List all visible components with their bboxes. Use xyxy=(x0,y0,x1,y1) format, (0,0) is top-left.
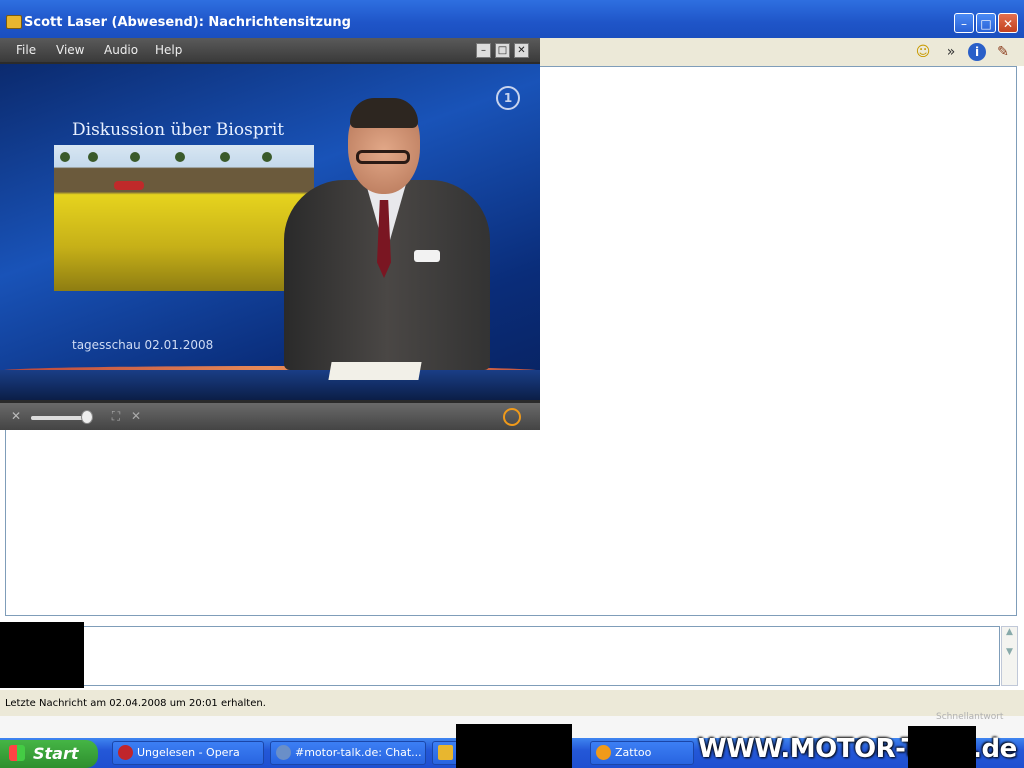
input-scrollbar[interactable]: ▲ ▼ xyxy=(1001,626,1018,686)
messenger-icon xyxy=(438,745,453,760)
volume-fill xyxy=(31,416,87,420)
menu-file[interactable]: File xyxy=(16,43,36,57)
zattoo-logo-icon[interactable] xyxy=(503,408,521,426)
tree xyxy=(60,152,70,162)
status-text: Letzte Nachricht am 02.04.2008 um 20:01 … xyxy=(5,698,266,709)
minimize-button[interactable]: – xyxy=(954,13,974,33)
car xyxy=(114,181,144,190)
zattoo-icon xyxy=(596,745,611,760)
redacted-box xyxy=(908,726,976,768)
news-desk xyxy=(0,370,540,400)
menu-help[interactable]: Help xyxy=(155,43,182,57)
info-icon[interactable]: i xyxy=(968,43,986,61)
menu-view[interactable]: View xyxy=(56,43,84,57)
redacted-box xyxy=(456,724,572,768)
tree xyxy=(130,152,140,162)
news-paper xyxy=(328,362,422,380)
tree xyxy=(262,152,272,162)
tree xyxy=(175,152,185,162)
chevron-down-icon[interactable]: » xyxy=(942,43,960,61)
fullscreen-icon[interactable]: ⛶ xyxy=(108,408,124,424)
opera-icon xyxy=(118,745,133,760)
pocket-square xyxy=(414,250,440,262)
mute-icon[interactable]: ✕ xyxy=(8,408,24,424)
task-label: Zattoo xyxy=(615,746,652,759)
redacted-box xyxy=(0,622,84,688)
chat-icon xyxy=(276,745,291,760)
tagesschau-label: tagesschau 02.01.2008 xyxy=(72,338,214,352)
close-button[interactable]: ✕ xyxy=(998,13,1018,33)
task-chat[interactable]: #motor-talk.de: Chat... xyxy=(270,741,426,765)
player-maximize-button[interactable]: □ xyxy=(495,43,510,58)
pin-icon[interactable]: ✕ xyxy=(128,408,144,424)
anchor-glasses xyxy=(356,150,410,164)
task-zattoo[interactable]: Zattoo xyxy=(590,741,694,765)
maximize-button[interactable]: □ xyxy=(976,13,996,33)
anchor-hair xyxy=(350,98,418,128)
tree xyxy=(88,152,98,162)
window-title: Scott Laser (Abwesend): Nachrichtensitzu… xyxy=(24,15,351,30)
task-opera[interactable]: Ungelesen - Opera xyxy=(112,741,264,765)
player-minimize-button[interactable]: – xyxy=(476,43,491,58)
task-label: Ungelesen - Opera xyxy=(137,746,240,759)
rapeseed-field-image xyxy=(54,145,314,291)
smiley-icon[interactable]: ☺ xyxy=(914,43,932,61)
player-close-button[interactable]: ✕ xyxy=(514,43,529,58)
windows-logo-icon xyxy=(9,745,25,761)
message-input[interactable] xyxy=(5,626,1000,686)
video-caption: Diskussion über Biosprit xyxy=(72,120,285,140)
ard-logo-icon: 1 xyxy=(496,86,520,110)
quick-reply-hint: Schnellantwort xyxy=(936,712,1004,722)
task-label: #motor-talk.de: Chat... xyxy=(295,746,422,759)
volume-handle[interactable] xyxy=(81,410,93,424)
tree xyxy=(220,152,230,162)
messenger-icon xyxy=(6,15,22,29)
book-icon[interactable]: ✎ xyxy=(994,43,1012,61)
menu-audio[interactable]: Audio xyxy=(104,43,138,57)
